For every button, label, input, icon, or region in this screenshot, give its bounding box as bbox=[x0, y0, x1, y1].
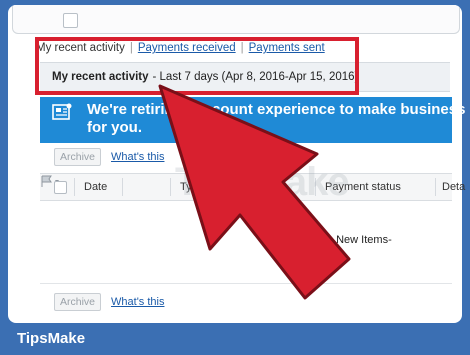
pointer-arrow-icon bbox=[158, 84, 351, 300]
footer-bar: TipsMake bbox=[0, 323, 470, 355]
footer-brand: TipsMake bbox=[17, 330, 86, 347]
